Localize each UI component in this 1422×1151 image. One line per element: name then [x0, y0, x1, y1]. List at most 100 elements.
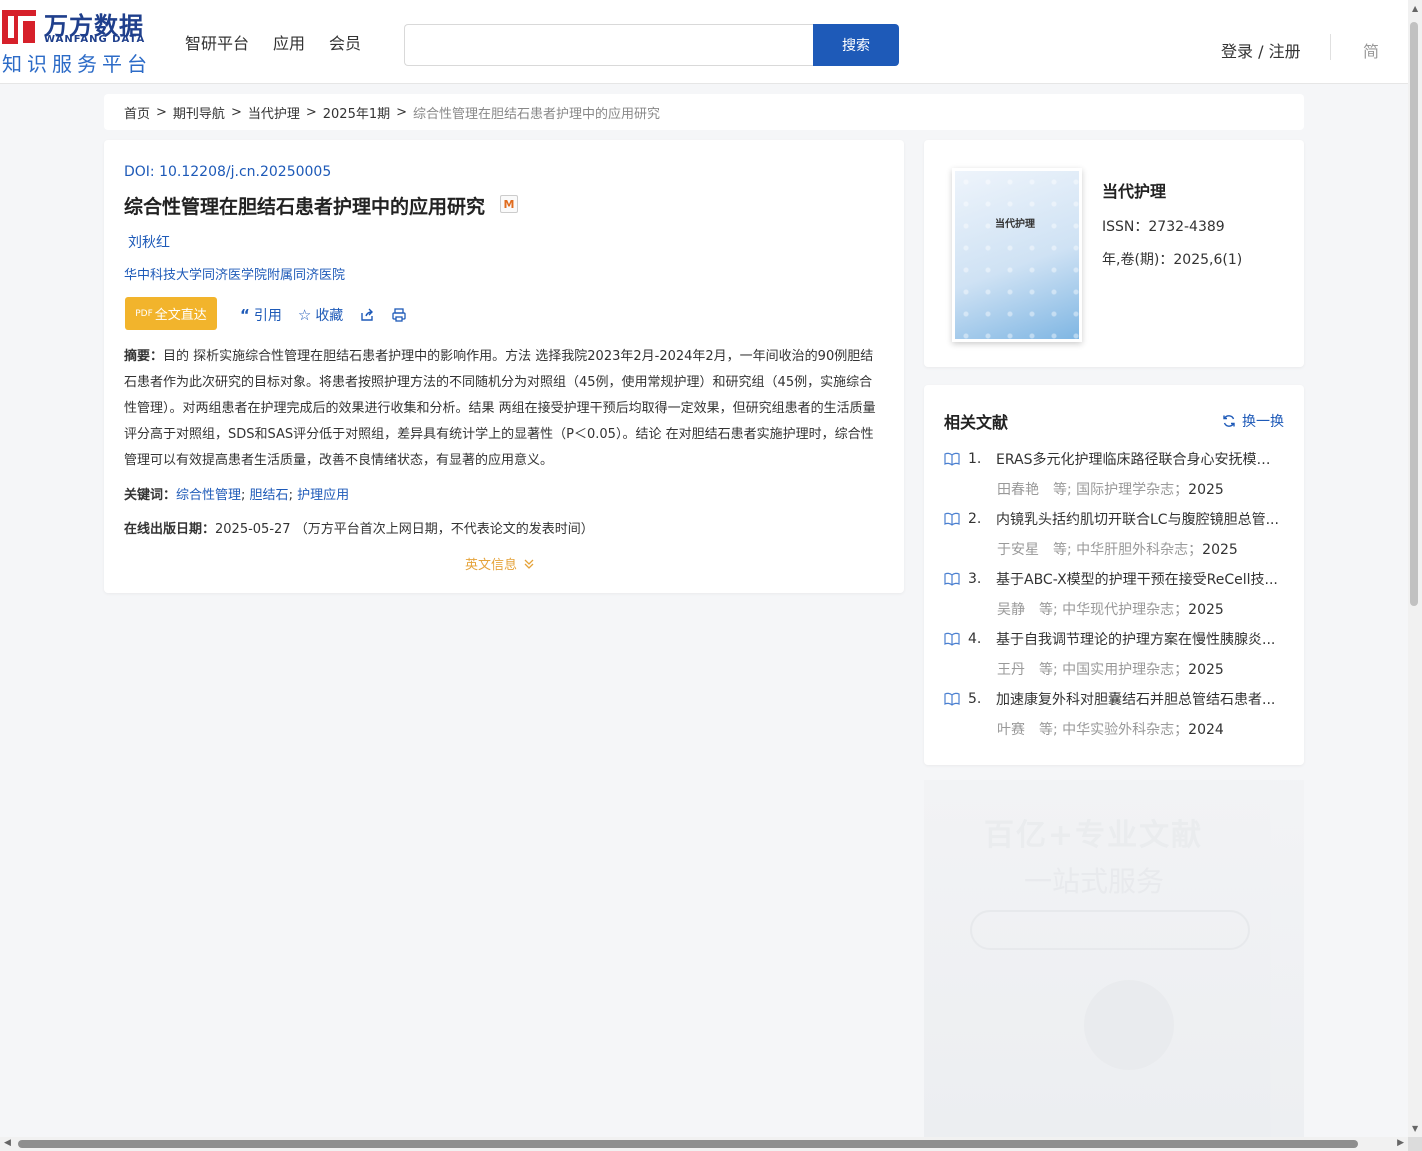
related-item-year: 2025 — [1188, 602, 1224, 618]
publish-date: 在线出版日期：2025-05-27 （万方平台首次上网日期，不代表论文的发表时间… — [124, 518, 594, 537]
fulltext-button[interactable]: PDF 全文直达 — [125, 297, 217, 330]
logo-subtitle: 知识服务平台 — [2, 52, 152, 76]
related-item[interactable]: 3. 基于ABC-X模型的护理干预在接受ReCell技... 吴静 等; 中华现代护… — [944, 569, 1284, 619]
english-info-toggle[interactable]: 英文信息 — [465, 554, 535, 573]
related-item-authors: 于安星 等; — [997, 542, 1072, 558]
scroll-up-icon[interactable]: ▲ — [1412, 4, 1418, 13]
journal-volume: 年,卷(期)：2025,6(1) — [1102, 252, 1243, 268]
breadcrumb-journal-nav[interactable]: 期刊导航 — [173, 103, 225, 122]
favorite-button[interactable]: ☆ 收藏 — [298, 305, 343, 325]
search-button[interactable]: 搜索 — [813, 24, 899, 66]
related-item-year: 2025 — [1202, 542, 1238, 558]
keyword-link[interactable]: 护理应用 — [297, 488, 349, 503]
ad-pill — [970, 910, 1250, 950]
related-item-title[interactable]: 基于自我调节理论的护理方案在慢性胰腺炎... — [996, 629, 1281, 649]
related-item-number: 4. — [968, 631, 982, 647]
m-badge-icon[interactable]: M — [500, 195, 518, 213]
doi-link[interactable]: DOI: 10.12208/j.cn.20250005 — [124, 164, 331, 180]
nav-item-membership[interactable]: 会员 — [329, 30, 361, 54]
journal-issn: ISSN：2732-4389 — [1102, 219, 1225, 235]
english-info-label: 英文信息 — [465, 558, 518, 573]
login-register-link[interactable]: 登录 / 注册 — [1221, 38, 1301, 62]
breadcrumb-separator: > — [230, 104, 242, 120]
related-item-title[interactable]: ERAS多元化护理临床路径联合身心安抚模式... — [996, 449, 1281, 469]
cover-title: 当代护理 — [995, 219, 1035, 230]
keyword-link[interactable]: 胆结石 — [250, 488, 289, 503]
related-item-year: 2025 — [1188, 662, 1224, 678]
related-item-number: 5. — [968, 691, 982, 707]
related-item[interactable]: 4. 基于自我调节理论的护理方案在慢性胰腺炎... 王丹 等; 中国实用护理杂志；2… — [944, 629, 1284, 679]
related-item-year: 2024 — [1188, 722, 1224, 738]
breadcrumb-issue[interactable]: 2025年1期 — [323, 103, 390, 122]
breadcrumb-journal[interactable]: 当代护理 — [248, 103, 300, 122]
related-item-number: 1. — [968, 451, 982, 467]
breadcrumb-separator: > — [305, 104, 317, 120]
breadcrumb-separator: > — [396, 104, 408, 120]
nav-item-research-platform[interactable]: 智研平台 — [185, 30, 249, 54]
related-item-title[interactable]: 加速康复外科对胆囊结石并胆总管结石患者... — [996, 689, 1281, 709]
nav-item-apps[interactable]: 应用 — [273, 30, 305, 54]
related-item-journal[interactable]: 国际护理学杂志； — [1076, 482, 1188, 498]
print-icon — [392, 308, 406, 322]
related-item[interactable]: 1. ERAS多元化护理临床路径联合身心安抚模式... 田春艳 等; 国际护理学杂志… — [944, 449, 1284, 499]
breadcrumb-current: 综合性管理在胆结石患者护理中的应用研究 — [413, 106, 661, 122]
breadcrumb-home[interactable]: 首页 — [124, 103, 150, 122]
related-item-journal[interactable]: 中华实验外科杂志； — [1062, 722, 1188, 738]
related-item-authors: 田春艳 等; — [997, 482, 1072, 498]
related-item-number: 3. — [968, 571, 982, 587]
keywords: 关键词：综合性管理; 胆结石; 护理应用 — [124, 488, 350, 503]
keyword-link[interactable]: 综合性管理 — [176, 488, 241, 503]
ad-headline: 百亿+专业文献 — [984, 818, 1204, 853]
article-card: DOI: 10.12208/j.cn.20250005 综合性管理在胆结石患者护… — [104, 140, 904, 593]
related-item-journal[interactable]: 中国实用护理杂志； — [1062, 662, 1188, 678]
related-papers-card: 相关文献 换一换 1. ERAS多元化护理临床路径联合身心安抚模式... 田春艳 等… — [924, 385, 1304, 765]
cover-pattern — [955, 171, 1079, 339]
related-item-journal[interactable]: 中华现代护理杂志； — [1062, 602, 1188, 618]
journal-cover[interactable]: 当代护理 — [952, 168, 1082, 342]
language-switch[interactable]: 简 — [1363, 38, 1379, 62]
wanfang-logo[interactable]: 万方数据 WANFANG DATA 知识服务平台 — [0, 6, 152, 76]
book-icon — [944, 692, 960, 706]
related-item-meta: 吴静 等; 中华现代护理杂志；2025 — [997, 599, 1284, 619]
horizontal-scrollbar[interactable]: ◀ ▶ — [0, 1137, 1408, 1151]
related-item-journal[interactable]: 中华肝胆外科杂志； — [1076, 542, 1202, 558]
book-icon — [944, 512, 960, 526]
related-item-title[interactable]: 内镜乳头括约肌切开联合LC与腹腔镜胆总管... — [996, 509, 1281, 529]
related-item[interactable]: 5. 加速康复外科对胆囊结石并胆总管结石患者... 叶赛 等; 中华实验外科杂志；2… — [944, 689, 1284, 739]
related-item-authors: 叶赛 等; — [997, 722, 1058, 738]
search-input[interactable] — [405, 25, 814, 65]
affiliation-link[interactable]: 华中科技大学同济医学院附属同济医院 — [124, 264, 345, 283]
double-chevron-down-icon — [524, 559, 534, 569]
scroll-right-icon[interactable]: ▶ — [1397, 1138, 1404, 1148]
search-box — [404, 24, 814, 66]
related-item[interactable]: 2. 内镜乳头括约肌切开联合LC与腹腔镜胆总管... 于安星 等; 中华肝胆外科杂志… — [944, 509, 1284, 559]
print-button[interactable] — [391, 307, 407, 323]
quote-icon: “ — [240, 306, 250, 324]
related-item-meta: 田春艳 等; 国际护理学杂志；2025 — [997, 479, 1284, 499]
related-item-meta: 于安星 等; 中华肝胆外科杂志；2025 — [997, 539, 1284, 559]
journal-card: 当代护理 当代护理 ISSN：2732-4389 年,卷(期)：2025,6(1… — [924, 140, 1304, 367]
keywords-label: 关键词： — [124, 488, 177, 503]
scroll-left-icon[interactable]: ◀ — [4, 1138, 11, 1148]
refresh-button[interactable]: 换一换 — [1222, 411, 1284, 431]
journal-name[interactable]: 当代护理 — [1102, 178, 1166, 202]
advertisement-banner[interactable]: 百亿+专业文献 一站式服务 — [924, 780, 1304, 1137]
book-icon — [944, 632, 960, 646]
related-item-title[interactable]: 基于ABC-X模型的护理干预在接受ReCell技... — [996, 569, 1281, 589]
related-item-meta: 王丹 等; 中国实用护理杂志；2025 — [997, 659, 1284, 679]
cite-label: 引用 — [253, 308, 282, 324]
header-divider — [1330, 34, 1331, 60]
cite-button[interactable]: “ 引用 — [240, 305, 282, 325]
abstract: 摘要：目的 探析实施综合性管理在胆结石患者护理中的影响作用。方法 选择我院202… — [124, 344, 884, 474]
vertical-scrollbar[interactable]: ▲ ▼ — [1408, 0, 1422, 1137]
horizontal-scroll-thumb[interactable] — [18, 1140, 1358, 1148]
share-button[interactable] — [359, 307, 375, 323]
book-icon — [944, 572, 960, 586]
fulltext-label: 全文直达 — [154, 308, 207, 323]
ad-subheadline: 一站式服务 — [1024, 865, 1165, 898]
vertical-scroll-thumb[interactable] — [1410, 22, 1418, 606]
book-icon — [944, 452, 960, 466]
author-link[interactable]: 刘秋红 — [128, 232, 170, 252]
scroll-down-icon[interactable]: ▼ — [1412, 1124, 1418, 1133]
pdf-icon: PDF — [135, 308, 153, 319]
